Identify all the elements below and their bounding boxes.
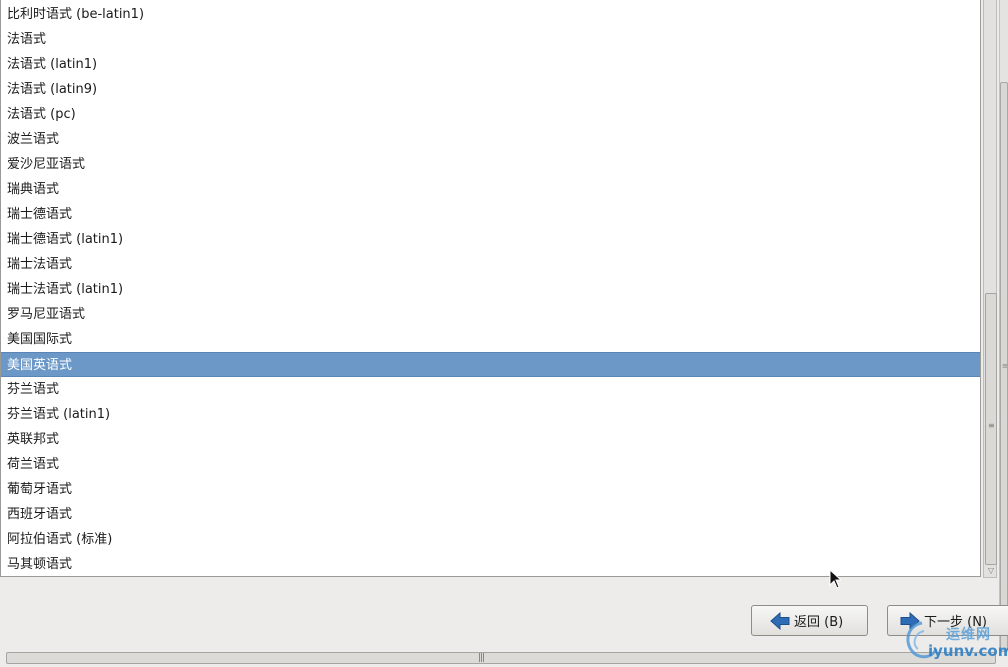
back-button[interactable]: 返回 (B) <box>751 605 868 636</box>
list-item[interactable]: 瑞士德语式 <box>1 202 980 227</box>
arrow-right-icon <box>900 611 920 630</box>
list-item[interactable]: 波兰语式 <box>1 127 980 152</box>
keyboard-layout-list[interactable]: 比利时语式 (be-latin1) 法语式 法语式 (latin1) 法语式 (… <box>0 0 981 577</box>
mouse-cursor-icon <box>829 569 841 589</box>
arrow-left-icon <box>770 611 790 630</box>
grip-icon: ≡ <box>1002 362 1008 370</box>
list-item[interactable]: 瑞士法语式 (latin1) <box>1 277 980 302</box>
list-item[interactable]: 芬兰语式 (latin1) <box>1 402 980 427</box>
list-item[interactable]: 西班牙语式 <box>1 502 980 527</box>
list-item[interactable]: 美国国际式 <box>1 327 980 352</box>
list-item[interactable]: 法语式 <box>1 27 980 52</box>
list-item[interactable]: 法语式 (latin9) <box>1 77 980 102</box>
page-vertical-scrollbar[interactable]: ≡ <box>999 0 1008 652</box>
scroll-down-arrow-icon[interactable]: ▽ <box>986 566 996 576</box>
list-item[interactable]: 阿拉伯语式 (标准) <box>1 527 980 552</box>
next-button-label: 下一步 (N) <box>924 615 988 630</box>
list-item[interactable]: 荷兰语式 <box>1 452 980 477</box>
list-item[interactable]: 葡萄牙语式 <box>1 477 980 502</box>
next-button[interactable]: 下一步 (N) <box>887 605 1008 636</box>
list-item[interactable]: 芬兰语式 <box>1 377 980 402</box>
list-item[interactable]: 瑞典语式 <box>1 177 980 202</box>
list-item[interactable]: 爱沙尼亚语式 <box>1 152 980 177</box>
list-item[interactable]: 瑞士德语式 (latin1) <box>1 227 980 252</box>
page-scrollbar-thumb[interactable]: ≡ <box>1000 82 1008 652</box>
back-button-label: 返回 (B) <box>794 615 844 630</box>
list-item[interactable]: 英联邦式 <box>1 427 980 452</box>
list-vertical-scrollbar[interactable]: ≡ ▽ <box>983 0 997 578</box>
list-item[interactable]: 法语式 (pc) <box>1 102 980 127</box>
grip-icon: ≡ <box>988 421 995 430</box>
list-item[interactable]: 罗马尼亚语式 <box>1 302 980 327</box>
page-horizontal-scrollbar[interactable]: ||| <box>6 652 996 664</box>
list-item[interactable]: 法语式 (latin1) <box>1 52 980 77</box>
list-scrollbar-thumb[interactable]: ≡ <box>985 293 997 565</box>
grip-icon: ||| <box>478 653 485 663</box>
list-item[interactable]: 比利时语式 (be-latin1) <box>1 2 980 27</box>
list-item-selected[interactable]: 美国英语式 <box>1 352 980 377</box>
list-item[interactable]: 瑞士法语式 <box>1 252 980 277</box>
